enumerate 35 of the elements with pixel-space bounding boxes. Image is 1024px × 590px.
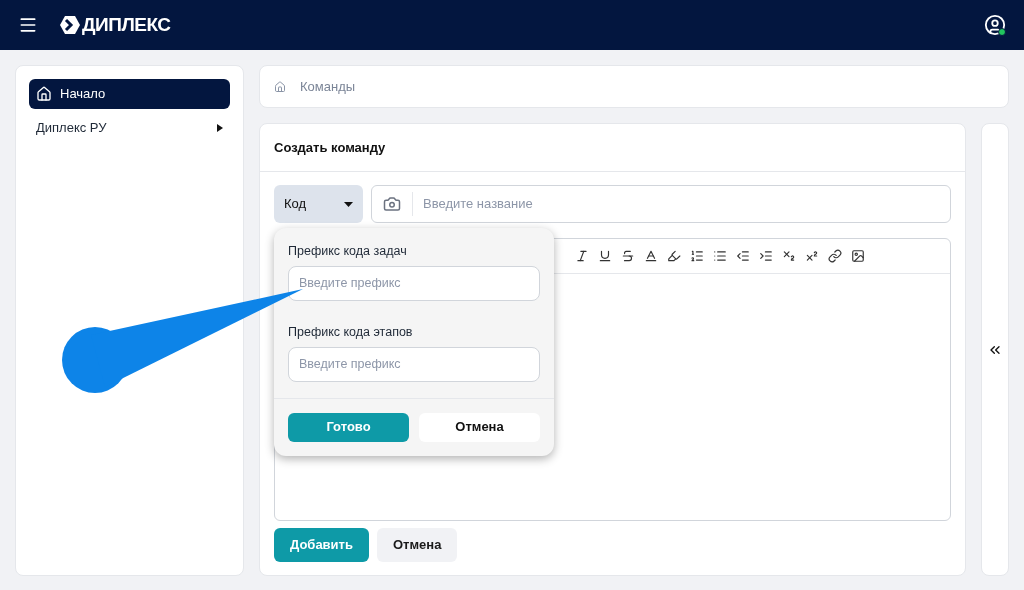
name-field[interactable]: Введите название [371,185,951,223]
expand-arrow-icon [217,124,223,132]
italic-icon[interactable] [575,249,589,263]
home-icon[interactable] [274,80,286,93]
prefix-field[interactable]: Введите префикс [288,265,540,301]
numbered-list-icon[interactable] [690,249,704,263]
user-avatar-icon[interactable] [984,14,1006,36]
underline-icon[interactable] [598,249,612,263]
sidebar-item[interactable]: Начало [29,79,230,109]
bullet-list-icon[interactable] [713,249,727,263]
field-label: Префикс кода этапов [288,323,414,341]
field-label: Префикс кода задач [288,243,408,260]
cancel-button[interactable]: Отмена [419,412,540,442]
caret-icon [344,201,353,207]
subscript-icon[interactable] [782,249,796,263]
strikethrough-icon[interactable] [621,249,635,263]
sidebar-item[interactable]: Диплекс РУ [29,113,230,143]
breadcrumb-link[interactable]: Команды [300,76,356,97]
code-dropdown[interactable]: Код [274,185,363,223]
image-icon[interactable] [851,249,865,263]
form-title: Создать команду [274,138,386,157]
text-color-icon[interactable] [644,249,658,263]
prefix-field[interactable]: Введите префикс [288,346,540,382]
logo-icon [60,15,80,35]
highlighter-icon[interactable] [667,249,681,263]
superscript-icon[interactable] [805,249,819,263]
menu-icon[interactable] [18,15,38,35]
cancel-button[interactable]: Отмена [376,528,458,562]
name-input[interactable]: Введите название [423,194,950,214]
camera-icon[interactable] [383,195,401,213]
indent-icon[interactable] [759,249,773,263]
link-icon[interactable] [828,249,842,263]
logo-text: ДИПЛЕКС [82,12,171,37]
home-icon [36,86,52,102]
outdent-icon[interactable] [736,249,750,263]
